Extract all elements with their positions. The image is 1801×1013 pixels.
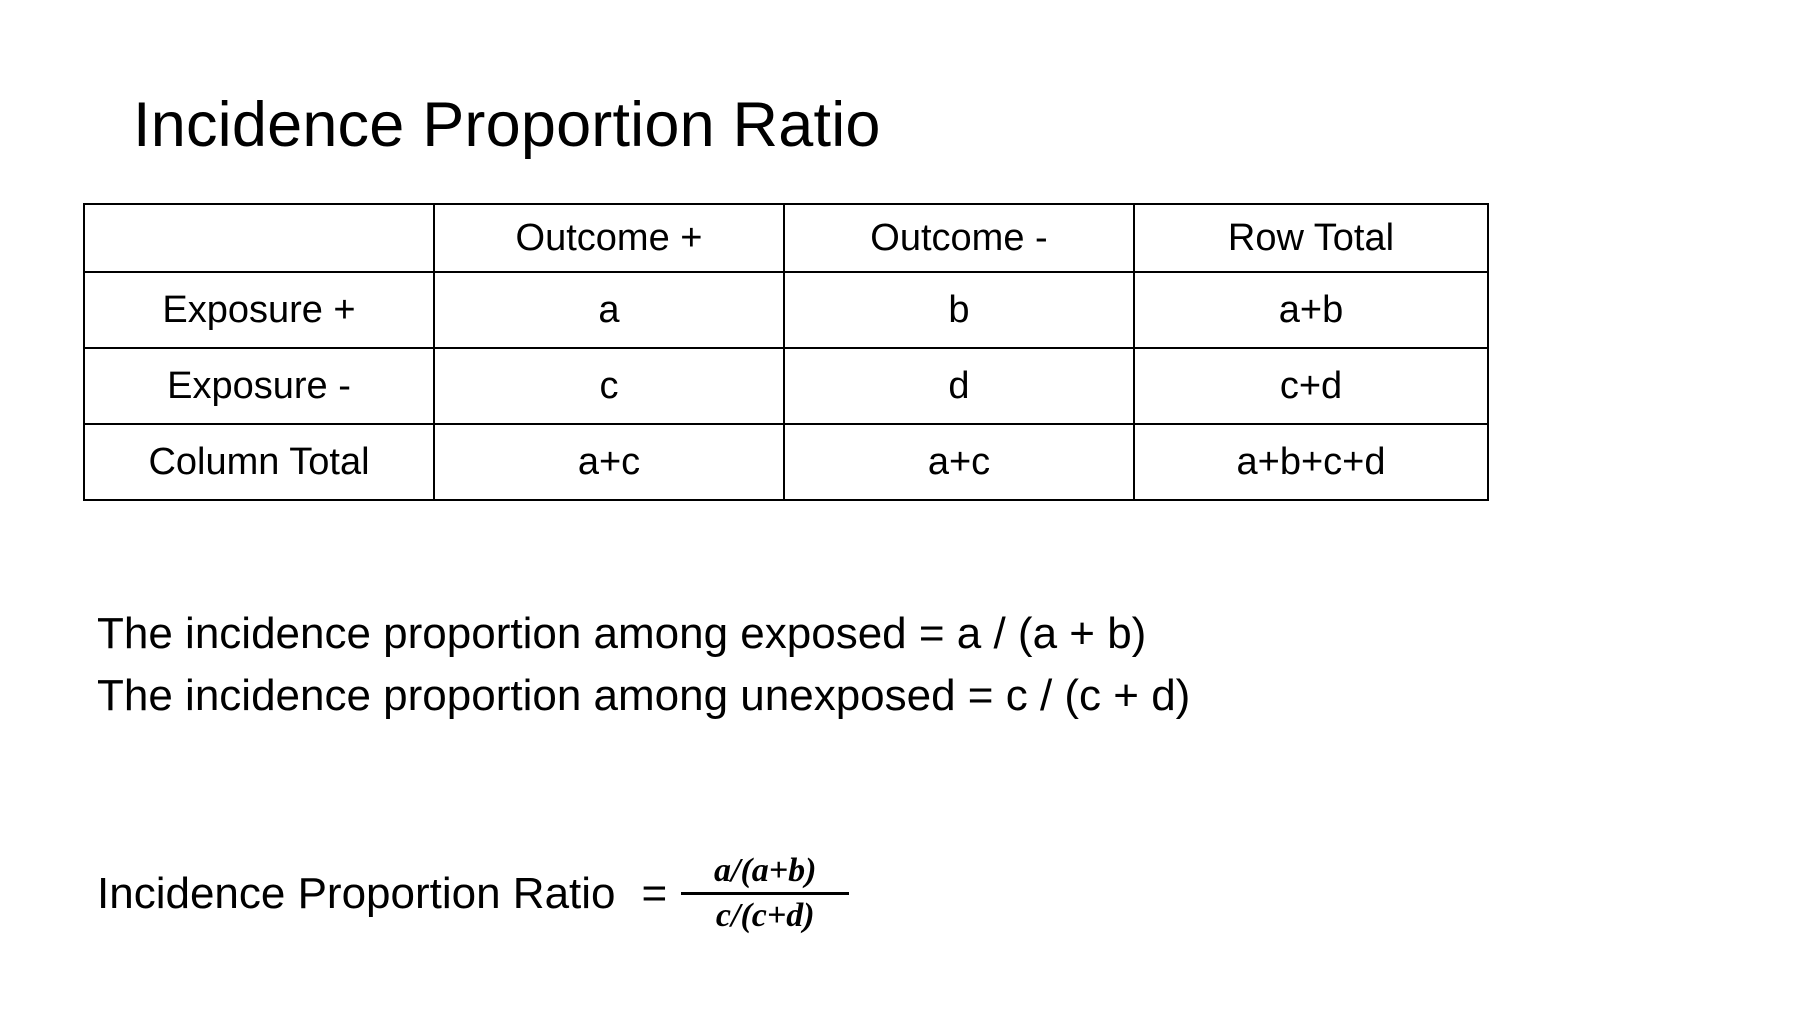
- row-header-exposure-negative: Exposure -: [83, 347, 435, 425]
- row-header-column-total: Column Total: [83, 423, 435, 501]
- formula-numerator: a/(a+b): [714, 852, 817, 889]
- column-header-outcome-positive: Outcome +: [433, 203, 785, 273]
- note-line-unexposed: The incidence proportion among unexposed…: [97, 671, 1191, 720]
- cell-d: d: [783, 347, 1135, 425]
- table-row: Exposure + a b a+b: [83, 271, 1489, 349]
- cell-c: c: [433, 347, 785, 425]
- formula-denominator: c/(c+d): [715, 897, 815, 935]
- slide-canvas: Incidence Proportion Ratio Outcome + Out…: [0, 0, 1801, 1013]
- cell-column-total-outcome-negative: a+c: [783, 423, 1135, 501]
- note-line-exposed: The incidence proportion among exposed =…: [97, 609, 1147, 658]
- formula-label: Incidence Proportion Ratio: [97, 868, 616, 918]
- formula-equals-sign: =: [641, 868, 668, 918]
- column-header-row-total: Row Total: [1133, 203, 1489, 273]
- cell-row-total-unexposed: c+d: [1133, 347, 1489, 425]
- incidence-proportion-ratio-formula: Incidence Proportion Ratio = a/(a+b) c/(…: [97, 852, 850, 935]
- page-title: Incidence Proportion Ratio: [133, 90, 881, 160]
- formula-fraction: a/(a+b) c/(c+d): [681, 852, 850, 935]
- two-by-two-table-container: Outcome + Outcome - Row Total Exposure +…: [83, 203, 1489, 501]
- two-by-two-table: Outcome + Outcome - Row Total Exposure +…: [83, 203, 1489, 501]
- cell-b: b: [783, 271, 1135, 349]
- table-row: Column Total a+c a+c a+b+c+d: [83, 423, 1489, 501]
- column-header-outcome-negative: Outcome -: [783, 203, 1135, 273]
- cell-a: a: [433, 271, 785, 349]
- table-row: Exposure - c d c+d: [83, 347, 1489, 425]
- cell-grand-total: a+b+c+d: [1133, 423, 1489, 501]
- table-header-row: Outcome + Outcome - Row Total: [83, 203, 1489, 273]
- table-corner-cell: [83, 203, 435, 273]
- cell-row-total-exposed: a+b: [1133, 271, 1489, 349]
- cell-column-total-outcome-positive: a+c: [433, 423, 785, 501]
- row-header-exposure-positive: Exposure +: [83, 271, 435, 349]
